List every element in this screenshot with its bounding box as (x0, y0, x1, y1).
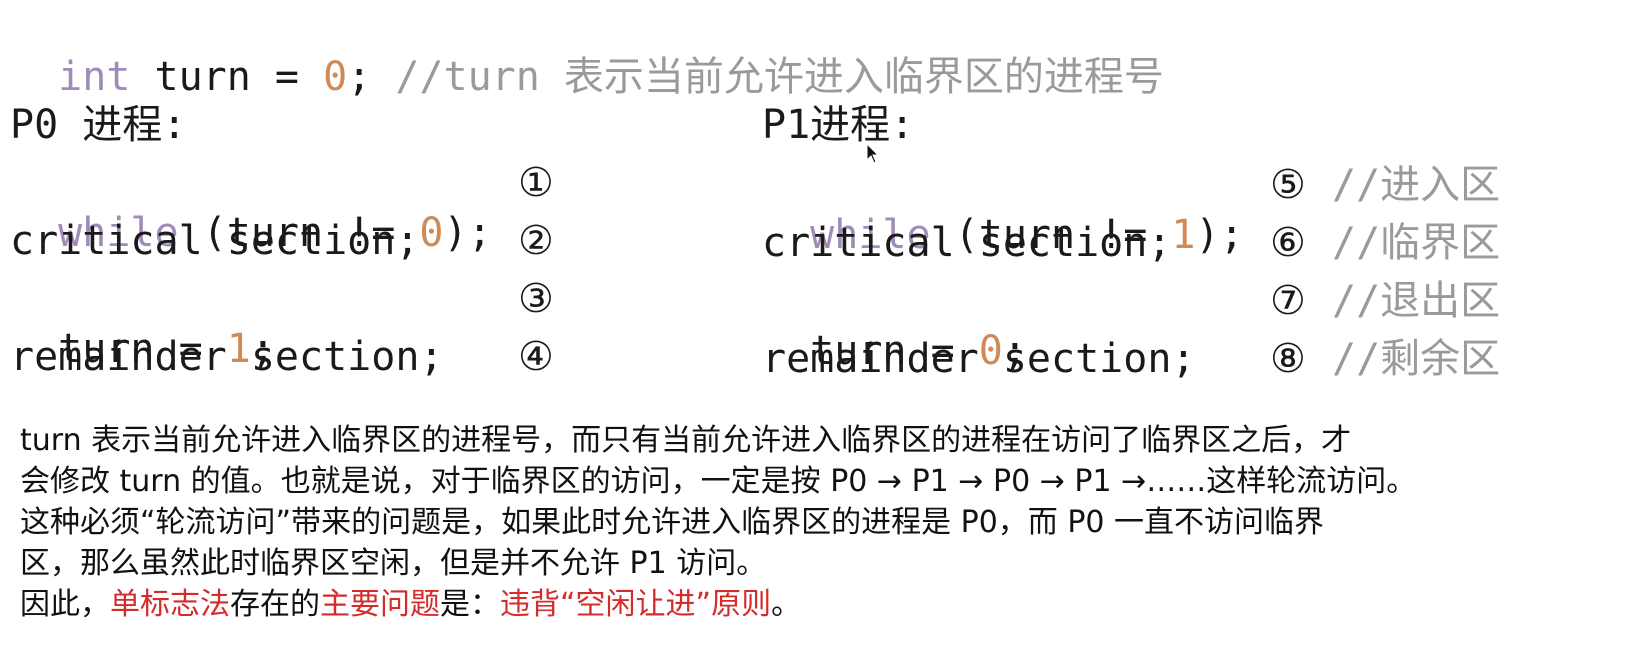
p0-line-1-post: ); (443, 210, 492, 256)
conclusion-prefix: 因此， (20, 587, 110, 622)
p0-line-3: turn = 1; (10, 274, 275, 372)
p1-line-1-num: 1 (1171, 212, 1196, 258)
p1-line-3: turn = 0; (762, 276, 1027, 374)
keyword-int: int (58, 54, 131, 100)
p1-title: P1进程: (762, 102, 915, 148)
p1-marker-8: ⑧ (1270, 336, 1306, 382)
conclusion-mid: 存在的 (230, 587, 320, 622)
p1-line-4: remainder section; (762, 336, 1196, 382)
mouse-pointer-icon (866, 143, 880, 164)
header-declaration: int turn = 0; //turn 表示当前允许进入临界区的进程号 (10, 2, 1164, 100)
header-var: turn = (130, 54, 324, 100)
p1-line-1-post: ); (1195, 212, 1244, 258)
p1-marker-5: ⑤ (1270, 162, 1306, 208)
p0-marker-3: ③ (518, 276, 554, 322)
p1-line-1: while (turn != 1); (762, 160, 1244, 258)
header-comment: //turn 表示当前允许进入临界区的进程号 (395, 54, 1164, 100)
p1-comment-exit: //退出区 (1332, 278, 1501, 324)
conclusion-period: 。 (771, 587, 802, 622)
explanation-line-5: 因此，单标志法存在的主要问题是：违背“空闲让进”原则。 (20, 584, 1620, 625)
p0-line-1-num: 0 (419, 210, 444, 256)
highlight-main-problem: 主要问题 (320, 587, 440, 622)
explanation-line-4: 区，那么虽然此时临界区空闲，但是并不允许 P1 访问。 (20, 546, 767, 581)
p0-line-1: while (turn != 0); (10, 158, 492, 256)
conclusion-is: 是： (440, 587, 500, 622)
p0-title: P0 进程: (10, 102, 187, 148)
p0-marker-2: ② (518, 218, 554, 264)
explanation-line-1: turn 表示当前允许进入临界区的进程号，而只有当前允许进入临界区的进程在访问了… (20, 423, 1352, 458)
explanation-paragraph: turn 表示当前允许进入临界区的进程号，而只有当前允许进入临界区的进程在访问了… (20, 420, 1620, 625)
header-num: 0 (323, 54, 348, 100)
p0-line-4: remainder section; (10, 334, 444, 380)
p0-marker-1: ① (518, 160, 554, 206)
highlight-principle: 违背“空闲让进”原则 (500, 587, 772, 622)
p1-marker-7: ⑦ (1270, 278, 1306, 324)
p1-line-2: critical section; (762, 220, 1172, 266)
explanation-line-2: 会修改 turn 的值。也就是说，对于临界区的访问，一定是按 P0 → P1 →… (20, 464, 1417, 499)
p1-comment-remainder: //剩余区 (1332, 336, 1501, 382)
p1-marker-6: ⑥ (1270, 220, 1306, 266)
p0-marker-4: ④ (518, 334, 554, 380)
explanation-line-3: 这种必须“轮流访问”带来的问题是，如果此时允许进入临界区的进程是 P0，而 P0… (20, 505, 1325, 540)
p1-comment-critical: //临界区 (1332, 220, 1501, 266)
highlight-method: 单标志法 (110, 587, 230, 622)
p1-comment-entry: //进入区 (1332, 162, 1501, 208)
p0-line-2: critical section; (10, 218, 420, 264)
header-semi: ; (347, 54, 396, 100)
